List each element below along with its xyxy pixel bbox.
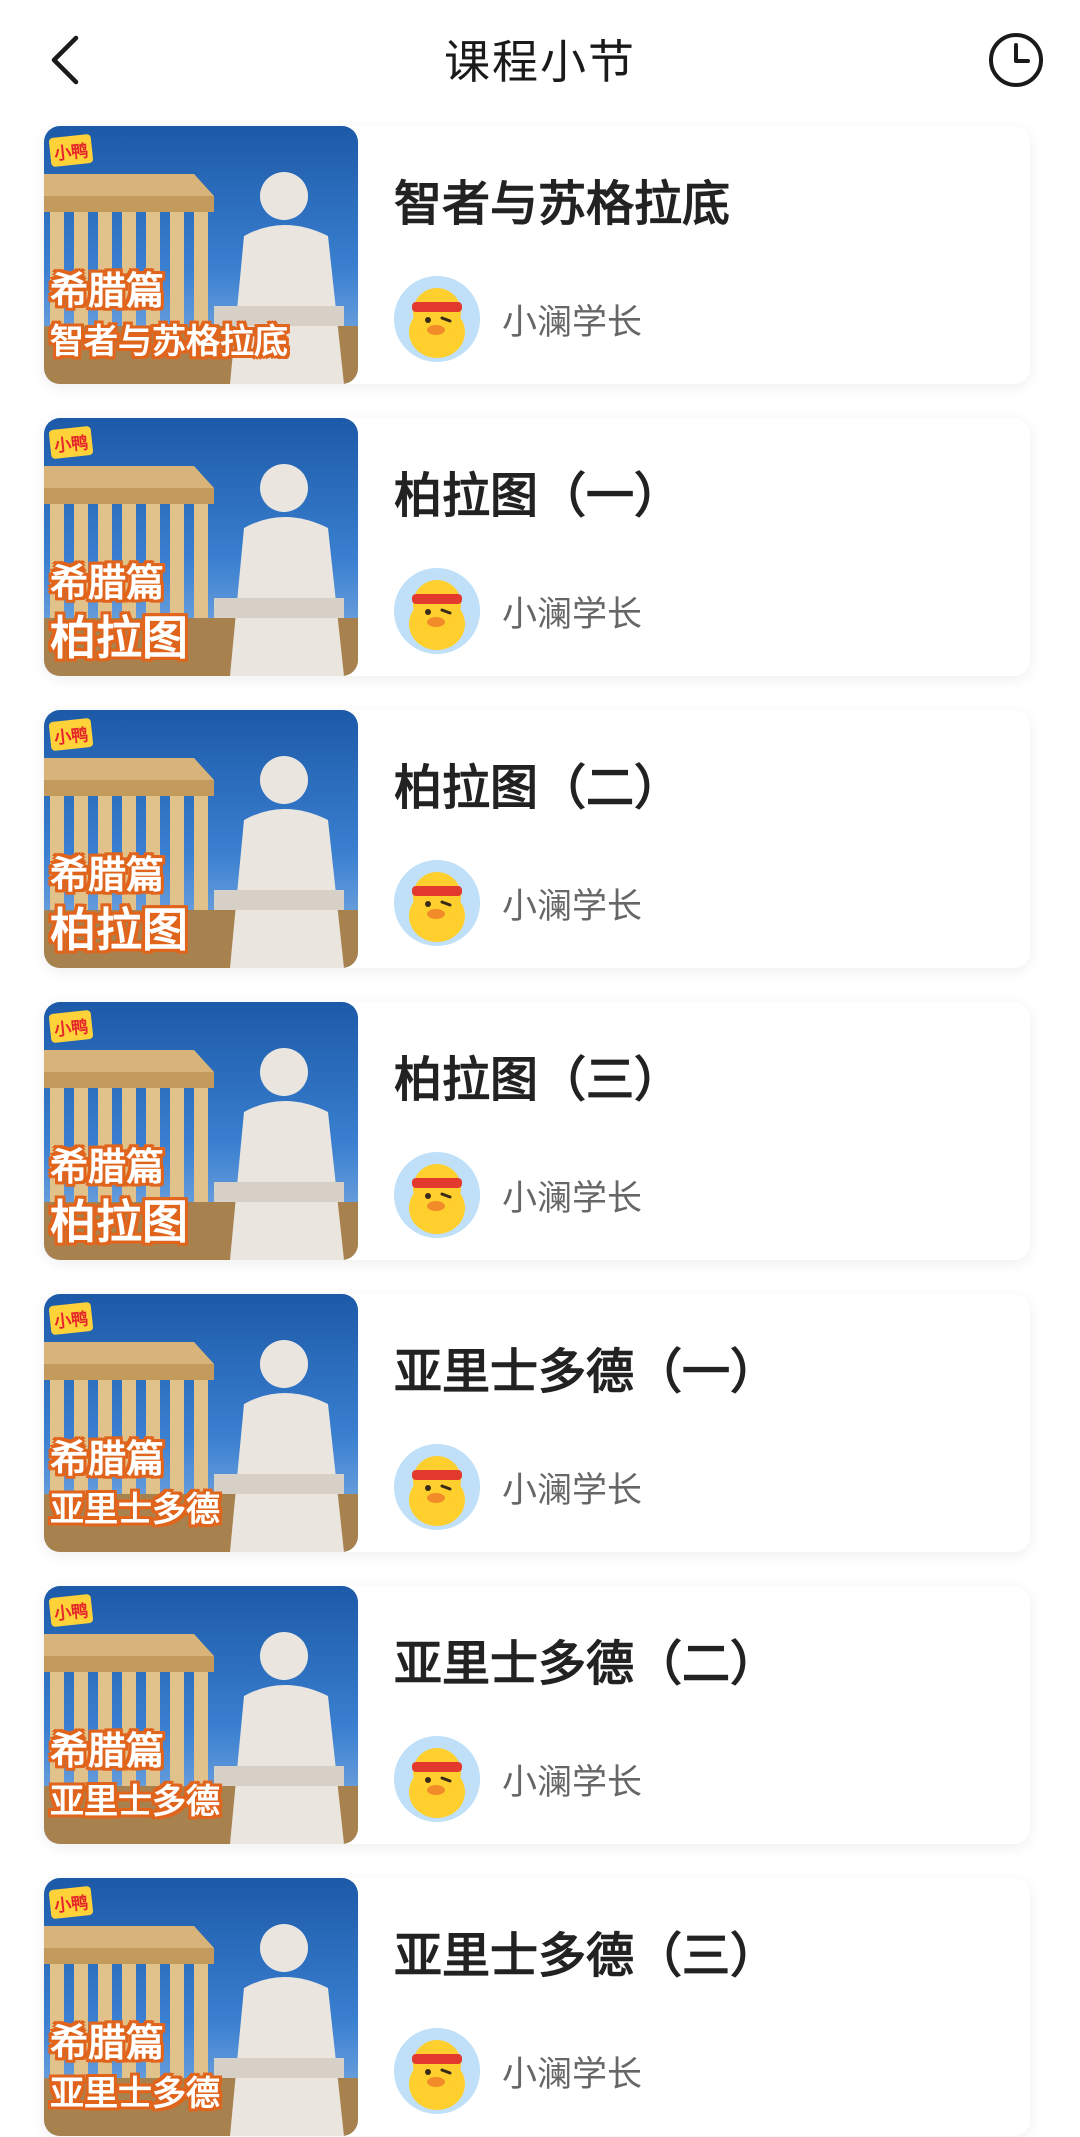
brand-badge: 小鸭 bbox=[48, 1885, 94, 1920]
course-info: 亚里士多德（二） 小澜学长 bbox=[358, 1586, 1030, 1844]
back-button[interactable] bbox=[38, 30, 94, 90]
duck-avatar-icon bbox=[394, 1444, 480, 1530]
brand-badge: 小鸭 bbox=[48, 1593, 94, 1628]
clock-icon bbox=[989, 33, 1043, 87]
course-card[interactable]: 小鸭 希腊篇 柏拉图 柏拉图（二） 小澜学长 bbox=[44, 710, 1030, 968]
course-title: 亚里士多德（二） bbox=[394, 1636, 779, 1692]
brand-badge: 小鸭 bbox=[48, 1301, 94, 1336]
author-name: 小澜学长 bbox=[502, 2054, 643, 2095]
duck-avatar-icon bbox=[394, 2028, 480, 2114]
course-info: 智者与苏格拉底 小澜学长 bbox=[358, 126, 1030, 384]
course-card[interactable]: 小鸭 希腊篇 亚里士多德 亚里士多德（三） 小澜学长 bbox=[44, 1878, 1030, 2136]
thumbnail-caption-series: 希腊篇 bbox=[50, 1437, 165, 1481]
course-card[interactable]: 小鸭 希腊篇 亚里士多德 亚里士多德（一） 小澜学长 bbox=[44, 1294, 1030, 1552]
page-title: 课程小节 bbox=[444, 35, 636, 89]
avatar bbox=[394, 1152, 480, 1238]
top-bar: 课程小节 bbox=[0, 0, 1080, 118]
course-card[interactable]: 小鸭 希腊篇 柏拉图 柏拉图（三） 小澜学长 bbox=[44, 1002, 1030, 1260]
thumbnail-caption-topic: 柏拉图 bbox=[50, 611, 188, 665]
chevron-left-icon bbox=[51, 35, 79, 85]
course-thumbnail: 小鸭 希腊篇 亚里士多德 bbox=[44, 1586, 358, 1844]
course-info: 柏拉图（二） 小澜学长 bbox=[358, 710, 1030, 968]
course-info: 亚里士多德（一） 小澜学长 bbox=[358, 1294, 1030, 1552]
author-row: 小澜学长 bbox=[394, 1152, 642, 1238]
author-name: 小澜学长 bbox=[502, 1178, 643, 1219]
course-thumbnail: 小鸭 希腊篇 柏拉图 bbox=[44, 1002, 358, 1260]
course-title: 柏拉图（一） bbox=[394, 468, 683, 524]
thumbnail-caption-series: 希腊篇 bbox=[50, 561, 165, 605]
course-title: 柏拉图（三） bbox=[394, 1052, 683, 1108]
brand-badge: 小鸭 bbox=[48, 1009, 94, 1044]
author-row: 小澜学长 bbox=[394, 276, 642, 362]
duck-avatar-icon bbox=[394, 276, 480, 362]
brand-badge: 小鸭 bbox=[48, 717, 94, 752]
course-thumbnail: 小鸭 希腊篇 亚里士多德 bbox=[44, 1878, 358, 2136]
thumbnail-caption-series: 希腊篇 bbox=[50, 2021, 165, 2065]
course-list: 小鸭 希腊篇 智者与苏格拉底 智者与苏格拉底 小澜学长 小鸭 希腊篇 柏拉图 柏… bbox=[44, 126, 1030, 2137]
course-title: 亚里士多德（三） bbox=[394, 1928, 779, 1984]
plato-statue bbox=[214, 1048, 344, 1260]
aristotle-statue bbox=[214, 1340, 344, 1552]
thumbnail-caption-series: 希腊篇 bbox=[50, 1729, 165, 1773]
course-thumbnail: 小鸭 希腊篇 亚里士多德 bbox=[44, 1294, 358, 1552]
thumbnail-caption-topic: 柏拉图 bbox=[50, 903, 188, 957]
course-info: 亚里士多德（三） 小澜学长 bbox=[358, 1878, 1030, 2136]
thumbnail-caption-topic: 亚里士多德 bbox=[50, 2074, 220, 2114]
history-button[interactable] bbox=[986, 30, 1046, 90]
avatar bbox=[394, 2028, 480, 2114]
avatar bbox=[394, 276, 480, 362]
course-title: 亚里士多德（一） bbox=[394, 1344, 779, 1400]
duck-avatar-icon bbox=[394, 860, 480, 946]
aristotle-statue bbox=[214, 1924, 344, 2136]
author-row: 小澜学长 bbox=[394, 1736, 642, 1822]
author-row: 小澜学长 bbox=[394, 568, 642, 654]
course-thumbnail: 小鸭 希腊篇 柏拉图 bbox=[44, 710, 358, 968]
course-thumbnail: 小鸭 希腊篇 智者与苏格拉底 bbox=[44, 126, 358, 384]
plato-statue bbox=[214, 756, 344, 968]
author-row: 小澜学长 bbox=[394, 1444, 642, 1530]
thumbnail-caption-topic: 智者与苏格拉底 bbox=[50, 322, 288, 362]
duck-avatar-icon bbox=[394, 568, 480, 654]
course-info: 柏拉图（三） 小澜学长 bbox=[358, 1002, 1030, 1260]
thumbnail-caption-topic: 亚里士多德 bbox=[50, 1490, 220, 1530]
author-row: 小澜学长 bbox=[394, 860, 642, 946]
course-card[interactable]: 小鸭 希腊篇 智者与苏格拉底 智者与苏格拉底 小澜学长 bbox=[44, 126, 1030, 384]
course-card[interactable]: 小鸭 希腊篇 柏拉图 柏拉图（一） 小澜学长 bbox=[44, 418, 1030, 676]
brand-badge: 小鸭 bbox=[48, 133, 94, 168]
course-card[interactable]: 小鸭 希腊篇 亚里士多德 亚里士多德（二） 小澜学长 bbox=[44, 1586, 1030, 1844]
course-title: 柏拉图（二） bbox=[394, 760, 683, 816]
author-name: 小澜学长 bbox=[502, 302, 643, 343]
course-info: 柏拉图（一） 小澜学长 bbox=[358, 418, 1030, 676]
thumbnail-caption-series: 希腊篇 bbox=[50, 853, 165, 897]
avatar bbox=[394, 1444, 480, 1530]
author-name: 小澜学长 bbox=[502, 886, 643, 927]
brand-badge: 小鸭 bbox=[48, 425, 94, 460]
thumbnail-caption-series: 希腊篇 bbox=[50, 269, 165, 313]
app-root: 课程小节 小鸭 希腊篇 智者与苏格拉底 智者与苏格拉底 小澜学长 小鸭 希腊篇 … bbox=[0, 0, 1080, 2137]
plato-statue bbox=[214, 464, 344, 676]
duck-avatar-icon bbox=[394, 1736, 480, 1822]
course-thumbnail: 小鸭 希腊篇 柏拉图 bbox=[44, 418, 358, 676]
thumbnail-caption-topic: 柏拉图 bbox=[50, 1195, 188, 1249]
author-name: 小澜学长 bbox=[502, 594, 643, 635]
duck-avatar-icon bbox=[394, 1152, 480, 1238]
avatar bbox=[394, 568, 480, 654]
author-name: 小澜学长 bbox=[502, 1470, 643, 1511]
aristotle-statue bbox=[214, 1632, 344, 1844]
avatar bbox=[394, 1736, 480, 1822]
author-row: 小澜学长 bbox=[394, 2028, 642, 2114]
course-title: 智者与苏格拉底 bbox=[394, 176, 731, 232]
thumbnail-caption-series: 希腊篇 bbox=[50, 1145, 165, 1189]
author-name: 小澜学长 bbox=[502, 1762, 643, 1803]
thumbnail-caption-topic: 亚里士多德 bbox=[50, 1782, 220, 1822]
avatar bbox=[394, 860, 480, 946]
